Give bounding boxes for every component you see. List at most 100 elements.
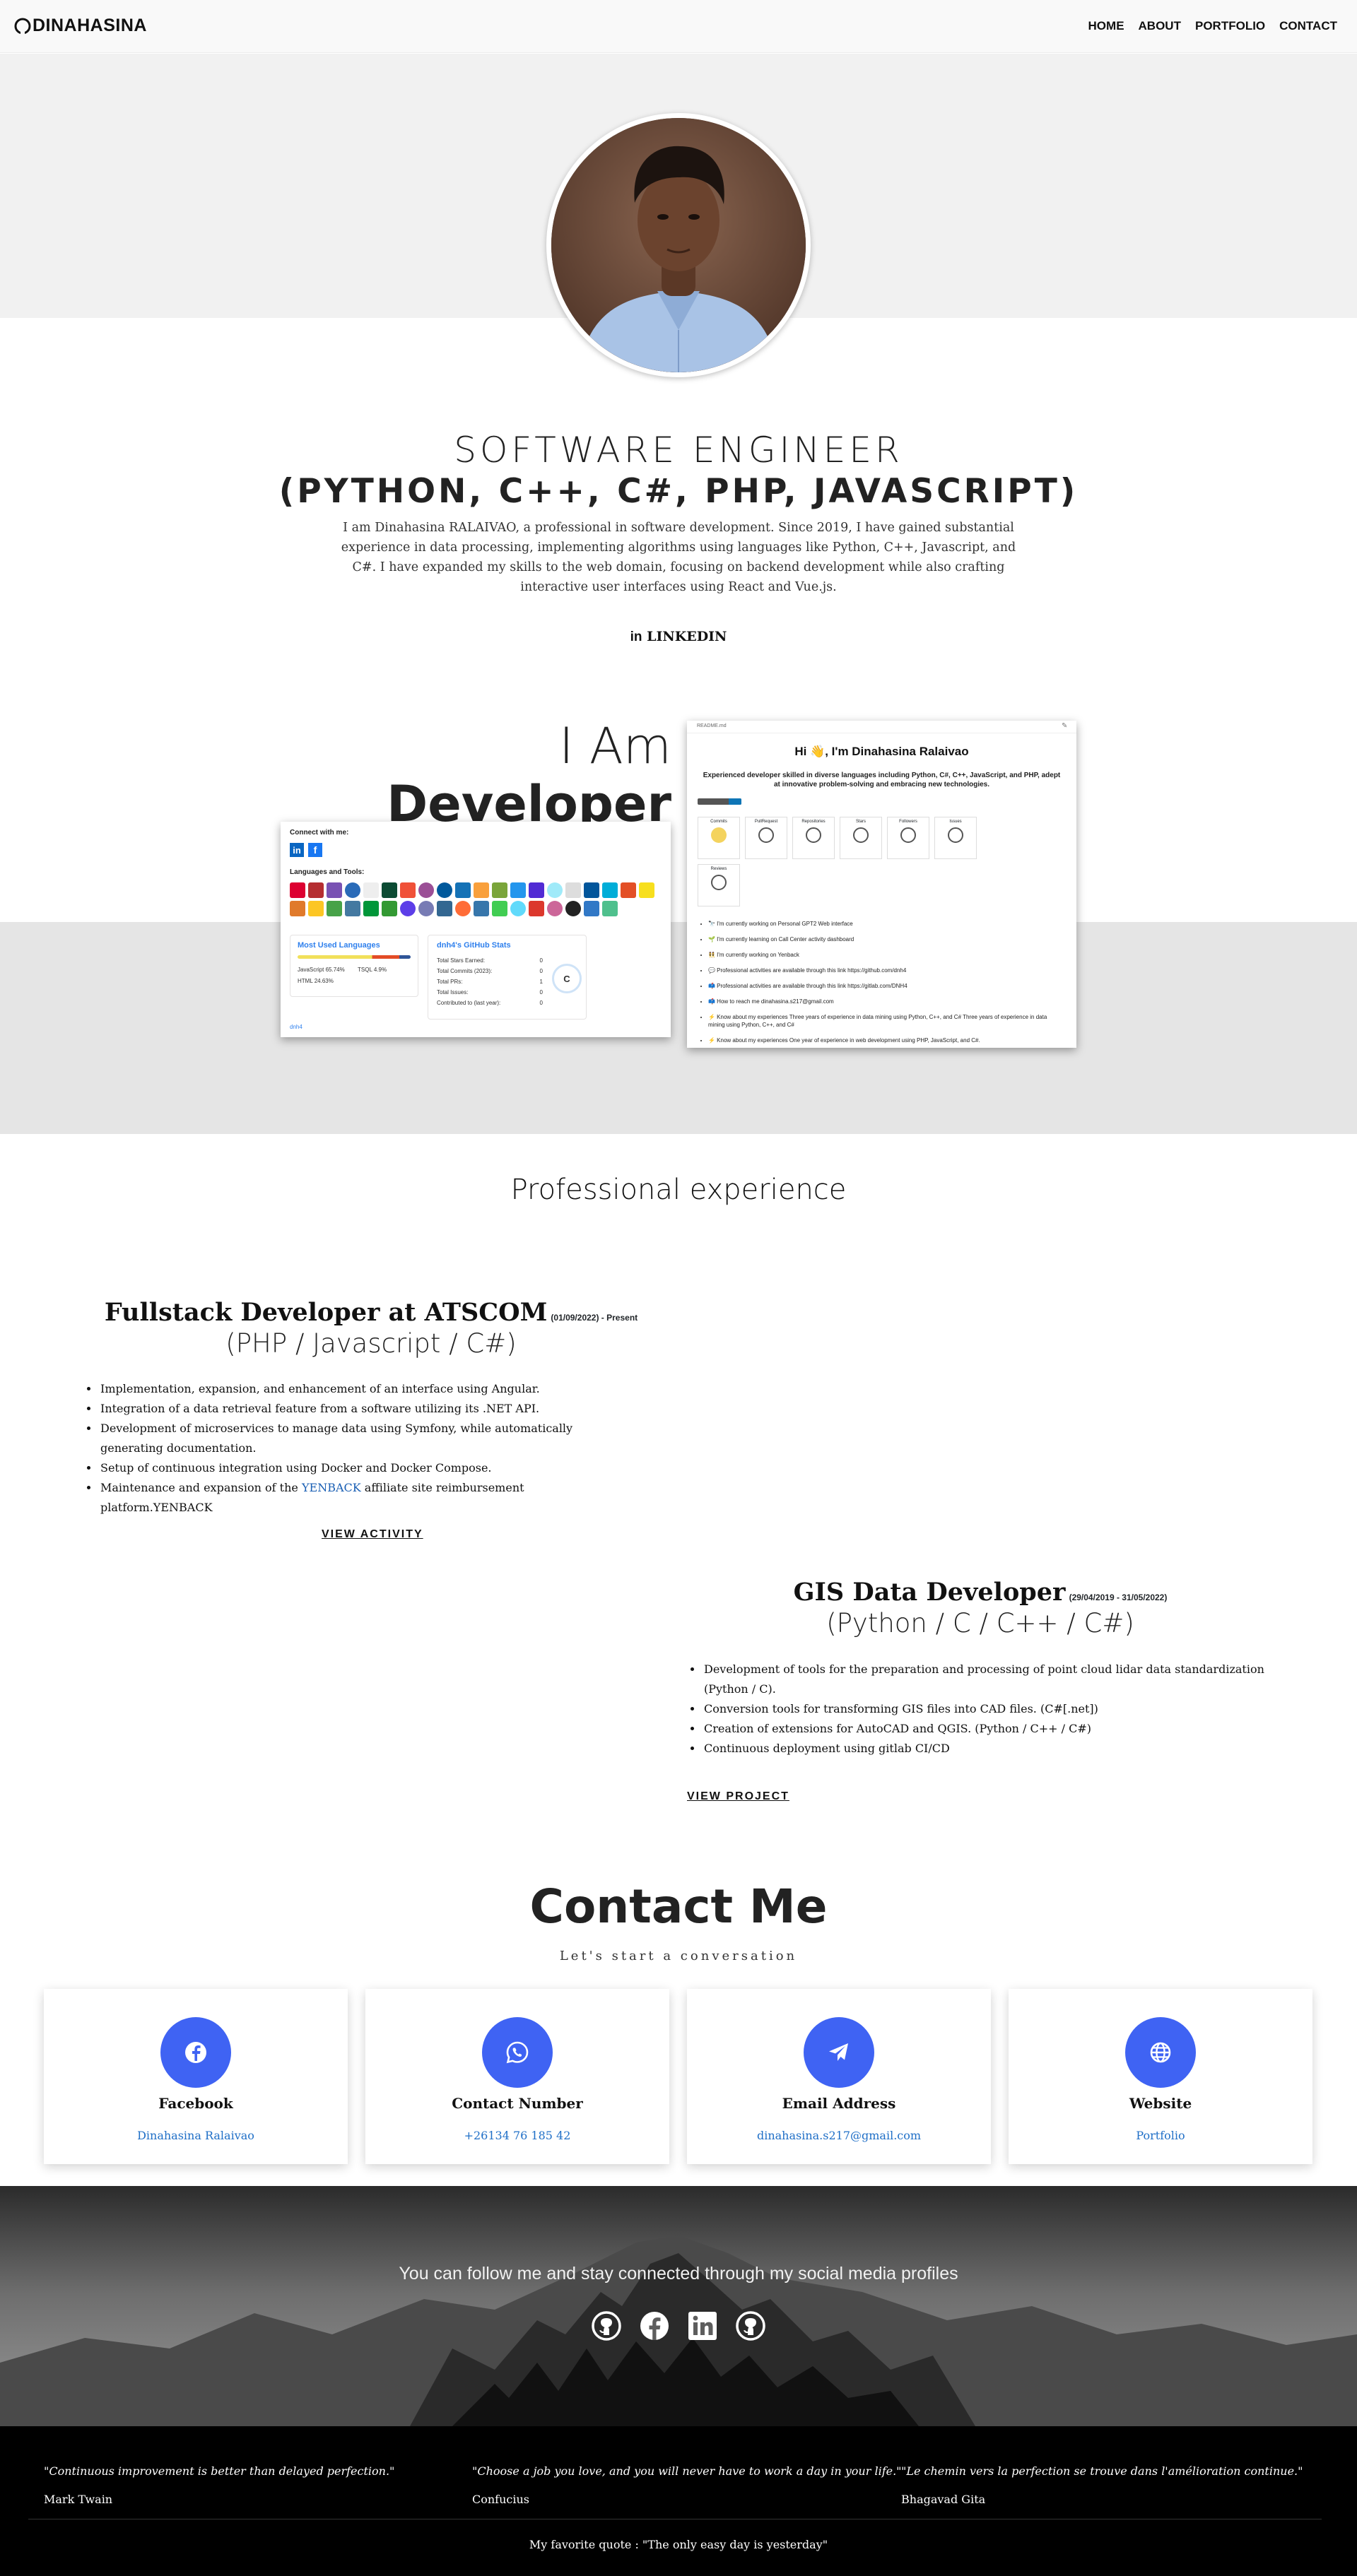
stat-label: Total PRs: <box>437 979 463 985</box>
stat-value: 1 <box>539 979 543 985</box>
linkedin-icon[interactable]: in <box>290 843 304 857</box>
express-icon <box>565 882 581 898</box>
facebook-icon[interactable] <box>638 2310 671 2342</box>
lang-html: HTML 24.63% <box>298 978 334 984</box>
yenback-link[interactable]: YENBACK <box>302 1481 361 1494</box>
contact-card-email[interactable]: Email Address dinahasina.s217@gmail.com <box>687 1989 991 2164</box>
globe-icon <box>1125 2017 1196 2088</box>
c-icon <box>345 882 360 898</box>
readme-bullet: 🔭 I'm currently working on Personal GPT2… <box>708 920 1065 928</box>
pencil-icon[interactable]: ✎ <box>1062 722 1067 730</box>
paper-plane-icon <box>804 2017 874 2088</box>
trophy-label: Reviews <box>710 867 727 871</box>
angularjs-icon <box>308 882 324 898</box>
top-navbar: DINAHASINA HOME ABOUT PORTFOLIO CONTACT <box>0 0 1357 53</box>
job-title: Fullstack Developer at ATSCOM <box>104 1298 548 1327</box>
hero-title: SOFTWARE ENGINEER <box>454 430 903 471</box>
tech-icons-grid <box>290 882 664 916</box>
contact-card-value[interactable]: Portfolio <box>1009 2129 1312 2142</box>
contact-card-value[interactable]: dinahasina.s217@gmail.com <box>687 2129 991 2142</box>
job-duty: Maintenance and expansion of the YENBACK… <box>99 1478 621 1518</box>
job-heading-atscom: Fullstack Developer at ATSCOM (01/09/202… <box>78 1298 664 1327</box>
footer-quote: "Continuous improvement is better than d… <box>44 2464 395 2478</box>
readme-bullet: 🌱 I'm currently learning on Call Center … <box>708 935 1065 943</box>
experience-section-title: Professional experience <box>510 1174 847 1206</box>
contact-card-title: Facebook <box>158 2095 233 2112</box>
most-used-languages-card: Most Used Languages JavaScript 65.74% TS… <box>290 935 418 997</box>
nav-item-home[interactable]: HOME <box>1088 19 1124 33</box>
github-stats-list: Total Stars Earned: 0 Total Commits (2023… <box>437 955 543 1008</box>
nginx-icon <box>363 901 379 916</box>
profile-photo <box>546 113 811 377</box>
contact-card-value[interactable]: Dinahasina Ralaivao <box>44 2129 348 2142</box>
linkedin-button[interactable]: in LINKEDIN <box>608 629 749 645</box>
job-stack: (PHP / Javascript / C#) <box>225 1328 517 1359</box>
contact-subtitle: Let's start a conversation <box>559 1949 798 1963</box>
developer-heading: I Am Developer <box>269 717 671 833</box>
php-icon <box>418 901 434 916</box>
github-icon[interactable] <box>734 2310 767 2342</box>
trophy-label: Followers <box>899 820 917 824</box>
github-profile-card[interactable]: Connect with me: in f Languages and Tool… <box>281 822 671 1037</box>
social-follow-section: You can follow me and stay connected thr… <box>0 2186 1357 2426</box>
contact-card-facebook[interactable]: Facebook Dinahasina Ralaivao <box>44 1989 348 2164</box>
nodejs-icon <box>382 901 397 916</box>
react-icon <box>510 901 526 916</box>
nav-item-portfolio[interactable]: PORTFOLIO <box>1195 19 1265 33</box>
readme-card[interactable]: README.md ✎ Hi 👋, I'm Dinahasina Ralaiva… <box>687 721 1076 1048</box>
contact-card-phone[interactable]: Contact Number +26134 76 185 42 <box>365 1989 669 2164</box>
job-duty: Development of microservices to manage d… <box>99 1419 621 1458</box>
follow-text: You can follow me and stay connected thr… <box>399 2264 958 2283</box>
opencv-icon <box>400 901 416 916</box>
broken-image-link[interactable]: dnh4 <box>290 1024 302 1030</box>
stat-label: Total Stars Earned: <box>437 957 486 964</box>
redis-icon <box>529 901 544 916</box>
brand-logo[interactable]: DINAHASINA <box>14 16 147 36</box>
readme-bullet: 📫 How to reach me dinahasina.s217@gmail.… <box>708 998 1065 1005</box>
job-duty-text: Maintenance and expansion of the <box>100 1481 298 1494</box>
view-project-link[interactable]: VIEW PROJECT <box>687 1790 789 1803</box>
job-date: (01/09/2022) - Present <box>551 1313 638 1323</box>
trophy-label: Stars <box>855 820 866 824</box>
facebook-icon[interactable]: f <box>308 843 322 857</box>
whatsapp-icon <box>482 2017 553 2088</box>
profile-views-badge <box>698 798 741 805</box>
contact-card-website[interactable]: Website Portfolio <box>1009 1989 1312 2164</box>
trophy-commits: Commits <box>698 817 740 859</box>
bootstrap-icon <box>327 882 342 898</box>
javascript-icon <box>639 882 654 898</box>
brand-name: DINAHASINA <box>33 16 147 35</box>
nav-item-contact[interactable]: CONTACT <box>1279 19 1337 33</box>
nav-item-about[interactable]: ABOUT <box>1139 19 1181 33</box>
job-duty: Creation of extensions for AutoCAD and Q… <box>703 1719 1274 1739</box>
trophy-repositories: Repositories <box>792 817 835 859</box>
job-duty: Setup of continuous integration using Do… <box>99 1458 621 1478</box>
job-duty: Development of tools for the preparation… <box>703 1660 1274 1699</box>
linkedin-icon[interactable] <box>686 2310 719 2342</box>
job-date: (29/04/2019 - 31/05/2022) <box>1069 1593 1168 1602</box>
python-icon <box>474 901 489 916</box>
readme-bullet: ⚡ Know about my experiences One year of … <box>708 1036 1065 1044</box>
github-icon[interactable] <box>590 2310 623 2342</box>
job-duties-list: Development of tools for the preparation… <box>687 1660 1274 1759</box>
languages-bar <box>298 955 411 959</box>
trophy-followers: Followers <box>887 817 929 859</box>
view-activity-link[interactable]: VIEW ACTIVITY <box>322 1528 423 1541</box>
job-duty: Conversion tools for transforming GIS fi… <box>703 1699 1274 1719</box>
job-heading-gis: GIS Data Developer (29/04/2019 - 31/05/2… <box>687 1578 1274 1607</box>
readme-header: README.md ✎ <box>687 721 1076 733</box>
languages-label: Languages and Tools: <box>290 868 365 876</box>
developer-section-background <box>0 922 1357 1134</box>
django-text-icon <box>492 882 507 898</box>
readme-filename: README.md <box>697 723 727 728</box>
stat-label: Contributed to (last year): <box>437 1000 501 1006</box>
qt-icon <box>492 901 507 916</box>
contact-card-title: Website <box>1129 2095 1192 2112</box>
mountain-background-image <box>0 2186 1357 2426</box>
dotnet-icon <box>529 882 544 898</box>
html5-icon <box>621 882 636 898</box>
connect-label: Connect with me: <box>290 829 349 837</box>
job-duty: Continuous deployment using gitlab CI/CD <box>703 1739 1274 1759</box>
contact-card-value[interactable]: +26134 76 185 42 <box>365 2129 669 2142</box>
trophy-reviews: Reviews <box>698 864 740 906</box>
